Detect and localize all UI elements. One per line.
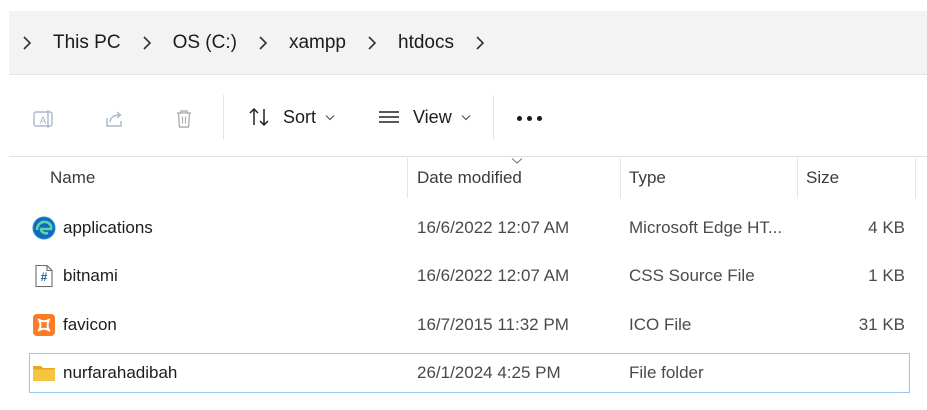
column-header-type[interactable]: Type bbox=[629, 168, 666, 188]
command-bar: A Sort View bbox=[9, 75, 927, 157]
breadcrumb-label[interactable]: htdocs bbox=[398, 32, 454, 54]
view-label: View bbox=[413, 106, 452, 127]
view-list-icon bbox=[379, 111, 399, 123]
column-header-date-modified[interactable]: Date modified bbox=[417, 168, 522, 188]
file-date-modified: 16/6/2022 12:07 AM bbox=[417, 218, 570, 237]
rename-icon[interactable]: A bbox=[32, 108, 54, 130]
breadcrumb-label[interactable]: This PC bbox=[53, 32, 121, 54]
chevron-right-icon[interactable] bbox=[251, 35, 275, 51]
xampp-icon bbox=[33, 314, 55, 336]
chevron-down-icon bbox=[461, 114, 471, 120]
file-date-modified: 26/1/2024 4:25 PM bbox=[417, 363, 561, 382]
css-file-icon: # bbox=[35, 264, 53, 288]
file-row[interactable]: # bitnami 16/6/2022 12:07 AM CSS Source … bbox=[29, 256, 910, 296]
breadcrumb-item-xampp[interactable]: xampp bbox=[289, 32, 398, 54]
column-header-row: Name Date modified Type Size bbox=[9, 158, 927, 198]
more-dot-icon bbox=[537, 116, 542, 121]
column-resize-handle[interactable] bbox=[915, 158, 916, 198]
breadcrumb: This PC OS (C:) xampp htdocs bbox=[9, 11, 927, 75]
more-options-button[interactable] bbox=[517, 116, 542, 121]
breadcrumb-root-chevron[interactable] bbox=[15, 35, 53, 51]
chevron-right-icon[interactable] bbox=[468, 35, 492, 51]
sort-indicator-icon bbox=[511, 158, 523, 164]
breadcrumb-item-this-pc[interactable]: This PC bbox=[53, 32, 173, 54]
sort-label: Sort bbox=[283, 106, 317, 127]
svg-text:#: # bbox=[41, 270, 48, 284]
file-date-modified: 16/6/2022 12:07 AM bbox=[417, 266, 570, 285]
file-type: Microsoft Edge HT... bbox=[629, 218, 783, 237]
view-button[interactable]: View bbox=[377, 106, 471, 128]
breadcrumb-item-htdocs[interactable]: htdocs bbox=[398, 32, 506, 54]
chevron-right-icon[interactable] bbox=[135, 35, 159, 51]
more-dot-icon bbox=[517, 116, 522, 121]
more-dot-icon bbox=[527, 116, 532, 121]
edge-icon bbox=[32, 216, 56, 240]
column-resize-handle[interactable] bbox=[620, 158, 621, 198]
file-name: applications bbox=[63, 218, 153, 237]
folder-icon bbox=[33, 366, 55, 381]
file-type: CSS Source File bbox=[629, 266, 755, 285]
chevron-right-icon[interactable] bbox=[360, 35, 384, 51]
file-type: File folder bbox=[629, 363, 704, 382]
toolbar-divider bbox=[493, 95, 494, 139]
file-size: 1 KB bbox=[868, 266, 905, 285]
file-type: ICO File bbox=[629, 315, 692, 334]
file-date-modified: 16/7/2015 11:32 PM bbox=[417, 315, 569, 334]
breadcrumb-label[interactable]: OS (C:) bbox=[173, 32, 237, 54]
breadcrumb-label[interactable]: xampp bbox=[289, 32, 346, 54]
column-header-size[interactable]: Size bbox=[806, 168, 839, 188]
chevron-down-icon bbox=[325, 114, 335, 120]
chevron-right-icon[interactable] bbox=[15, 35, 39, 51]
toolbar-divider bbox=[223, 95, 224, 139]
file-size: 31 KB bbox=[858, 315, 905, 334]
column-resize-handle[interactable] bbox=[797, 158, 798, 198]
file-row[interactable]: nurfarahadibah 26/1/2024 4:25 PM File fo… bbox=[29, 353, 910, 393]
breadcrumb-item-os-c[interactable]: OS (C:) bbox=[173, 32, 289, 54]
file-row[interactable]: favicon 16/7/2015 11:32 PM ICO File 31 K… bbox=[29, 305, 910, 345]
delete-icon[interactable] bbox=[173, 108, 195, 130]
file-size: 4 KB bbox=[868, 218, 905, 237]
sort-button[interactable]: Sort bbox=[247, 106, 335, 128]
top-margin bbox=[0, 0, 927, 11]
file-row[interactable]: applications 16/6/2022 12:07 AM Microsof… bbox=[29, 208, 910, 248]
column-header-name[interactable]: Name bbox=[50, 168, 95, 188]
share-icon[interactable] bbox=[103, 108, 125, 130]
sort-icon bbox=[249, 107, 269, 127]
svg-text:A: A bbox=[40, 116, 47, 127]
file-name: nurfarahadibah bbox=[63, 363, 178, 382]
file-name: favicon bbox=[63, 315, 117, 334]
column-resize-handle[interactable] bbox=[407, 158, 408, 198]
file-name: bitnami bbox=[63, 266, 118, 285]
